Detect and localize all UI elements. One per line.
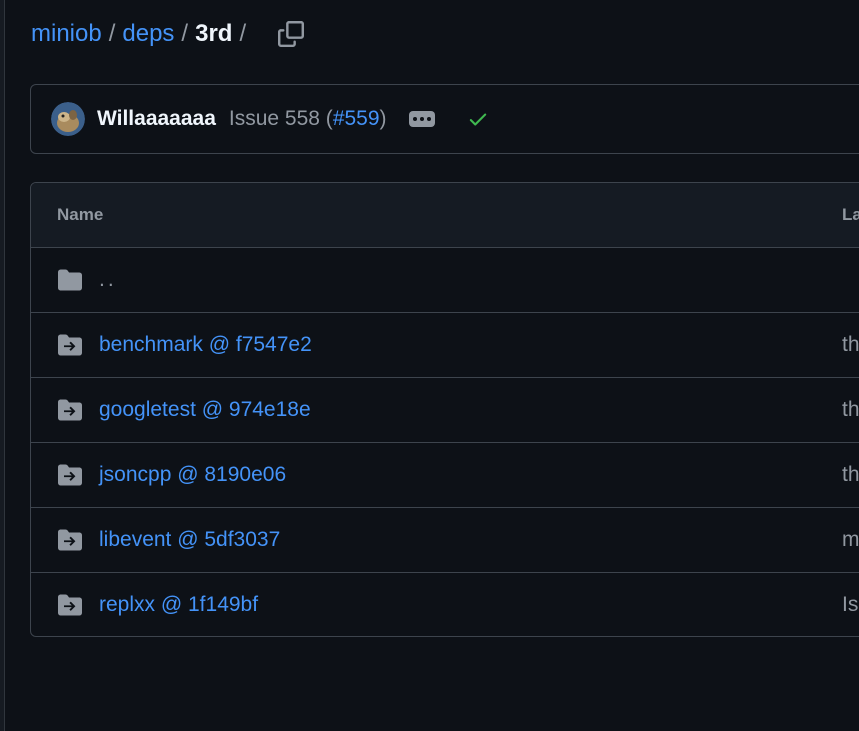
column-header-last-commit: La xyxy=(842,205,859,224)
sidebar-edge xyxy=(0,0,5,731)
kebab-horizontal-icon xyxy=(412,117,417,121)
commit-message-cell[interactable]: th xyxy=(842,333,859,357)
breadcrumb: miniob / deps / 3rd / xyxy=(31,14,307,54)
commit-message-cell[interactable]: th xyxy=(842,463,859,487)
table-row[interactable]: jsoncpp @ 8190e06 th xyxy=(31,443,859,508)
commit-message-cell[interactable]: Is xyxy=(842,593,858,617)
file-submodule-icon xyxy=(58,594,82,616)
avatar[interactable] xyxy=(51,102,85,136)
pull-request-link[interactable]: #559 xyxy=(333,107,380,130)
copy-icon xyxy=(278,21,305,47)
table-row[interactable]: libevent @ 5df3037 m xyxy=(31,508,859,573)
commit-message-cell[interactable]: m xyxy=(842,528,859,552)
column-header-name: Name xyxy=(57,205,104,224)
breadcrumb-deps-link[interactable]: deps xyxy=(122,20,174,48)
file-submodule-icon xyxy=(58,399,82,421)
submodule-link[interactable]: replxx @ 1f149bf xyxy=(99,593,258,617)
file-submodule-icon xyxy=(58,464,82,486)
file-table: Name La .. benchmark @ f7547e2 th google… xyxy=(30,182,859,637)
submodule-link[interactable]: libevent @ 5df3037 xyxy=(99,528,280,552)
folder-icon xyxy=(58,269,82,291)
breadcrumb-separator: / xyxy=(181,20,189,47)
commit-details-button[interactable] xyxy=(408,111,435,127)
submodule-link[interactable]: jsoncpp @ 8190e06 xyxy=(99,463,286,487)
table-row[interactable]: benchmark @ f7547e2 th xyxy=(31,313,859,378)
breadcrumb-repo-link[interactable]: miniob xyxy=(31,20,102,48)
copy-path-button[interactable] xyxy=(275,18,307,50)
parent-directory-row[interactable]: .. xyxy=(31,248,859,313)
commit-message-cell[interactable]: th xyxy=(842,398,859,422)
submodule-link[interactable]: benchmark @ f7547e2 xyxy=(99,333,312,357)
parent-directory-link[interactable]: .. xyxy=(99,268,117,292)
breadcrumb-separator: / xyxy=(108,20,116,47)
commit-message[interactable]: Issue 558 (#559) xyxy=(229,107,387,131)
breadcrumb-separator: / xyxy=(239,20,247,47)
table-header: Name La xyxy=(31,183,859,248)
check-icon[interactable] xyxy=(467,108,489,130)
submodule-link[interactable]: googletest @ 974e18e xyxy=(99,398,311,422)
latest-commit-bar: Willaaaaaaa Issue 558 (#559) xyxy=(30,84,859,154)
file-submodule-icon xyxy=(58,334,82,356)
breadcrumb-current: 3rd xyxy=(195,20,233,47)
commit-author-link[interactable]: Willaaaaaaa xyxy=(97,107,216,131)
file-submodule-icon xyxy=(58,529,82,551)
commit-message-suffix: ) xyxy=(379,107,387,130)
table-row[interactable]: replxx @ 1f149bf Is xyxy=(31,573,859,636)
table-row[interactable]: googletest @ 974e18e th xyxy=(31,378,859,443)
commit-message-text: Issue 558 ( xyxy=(228,107,333,130)
